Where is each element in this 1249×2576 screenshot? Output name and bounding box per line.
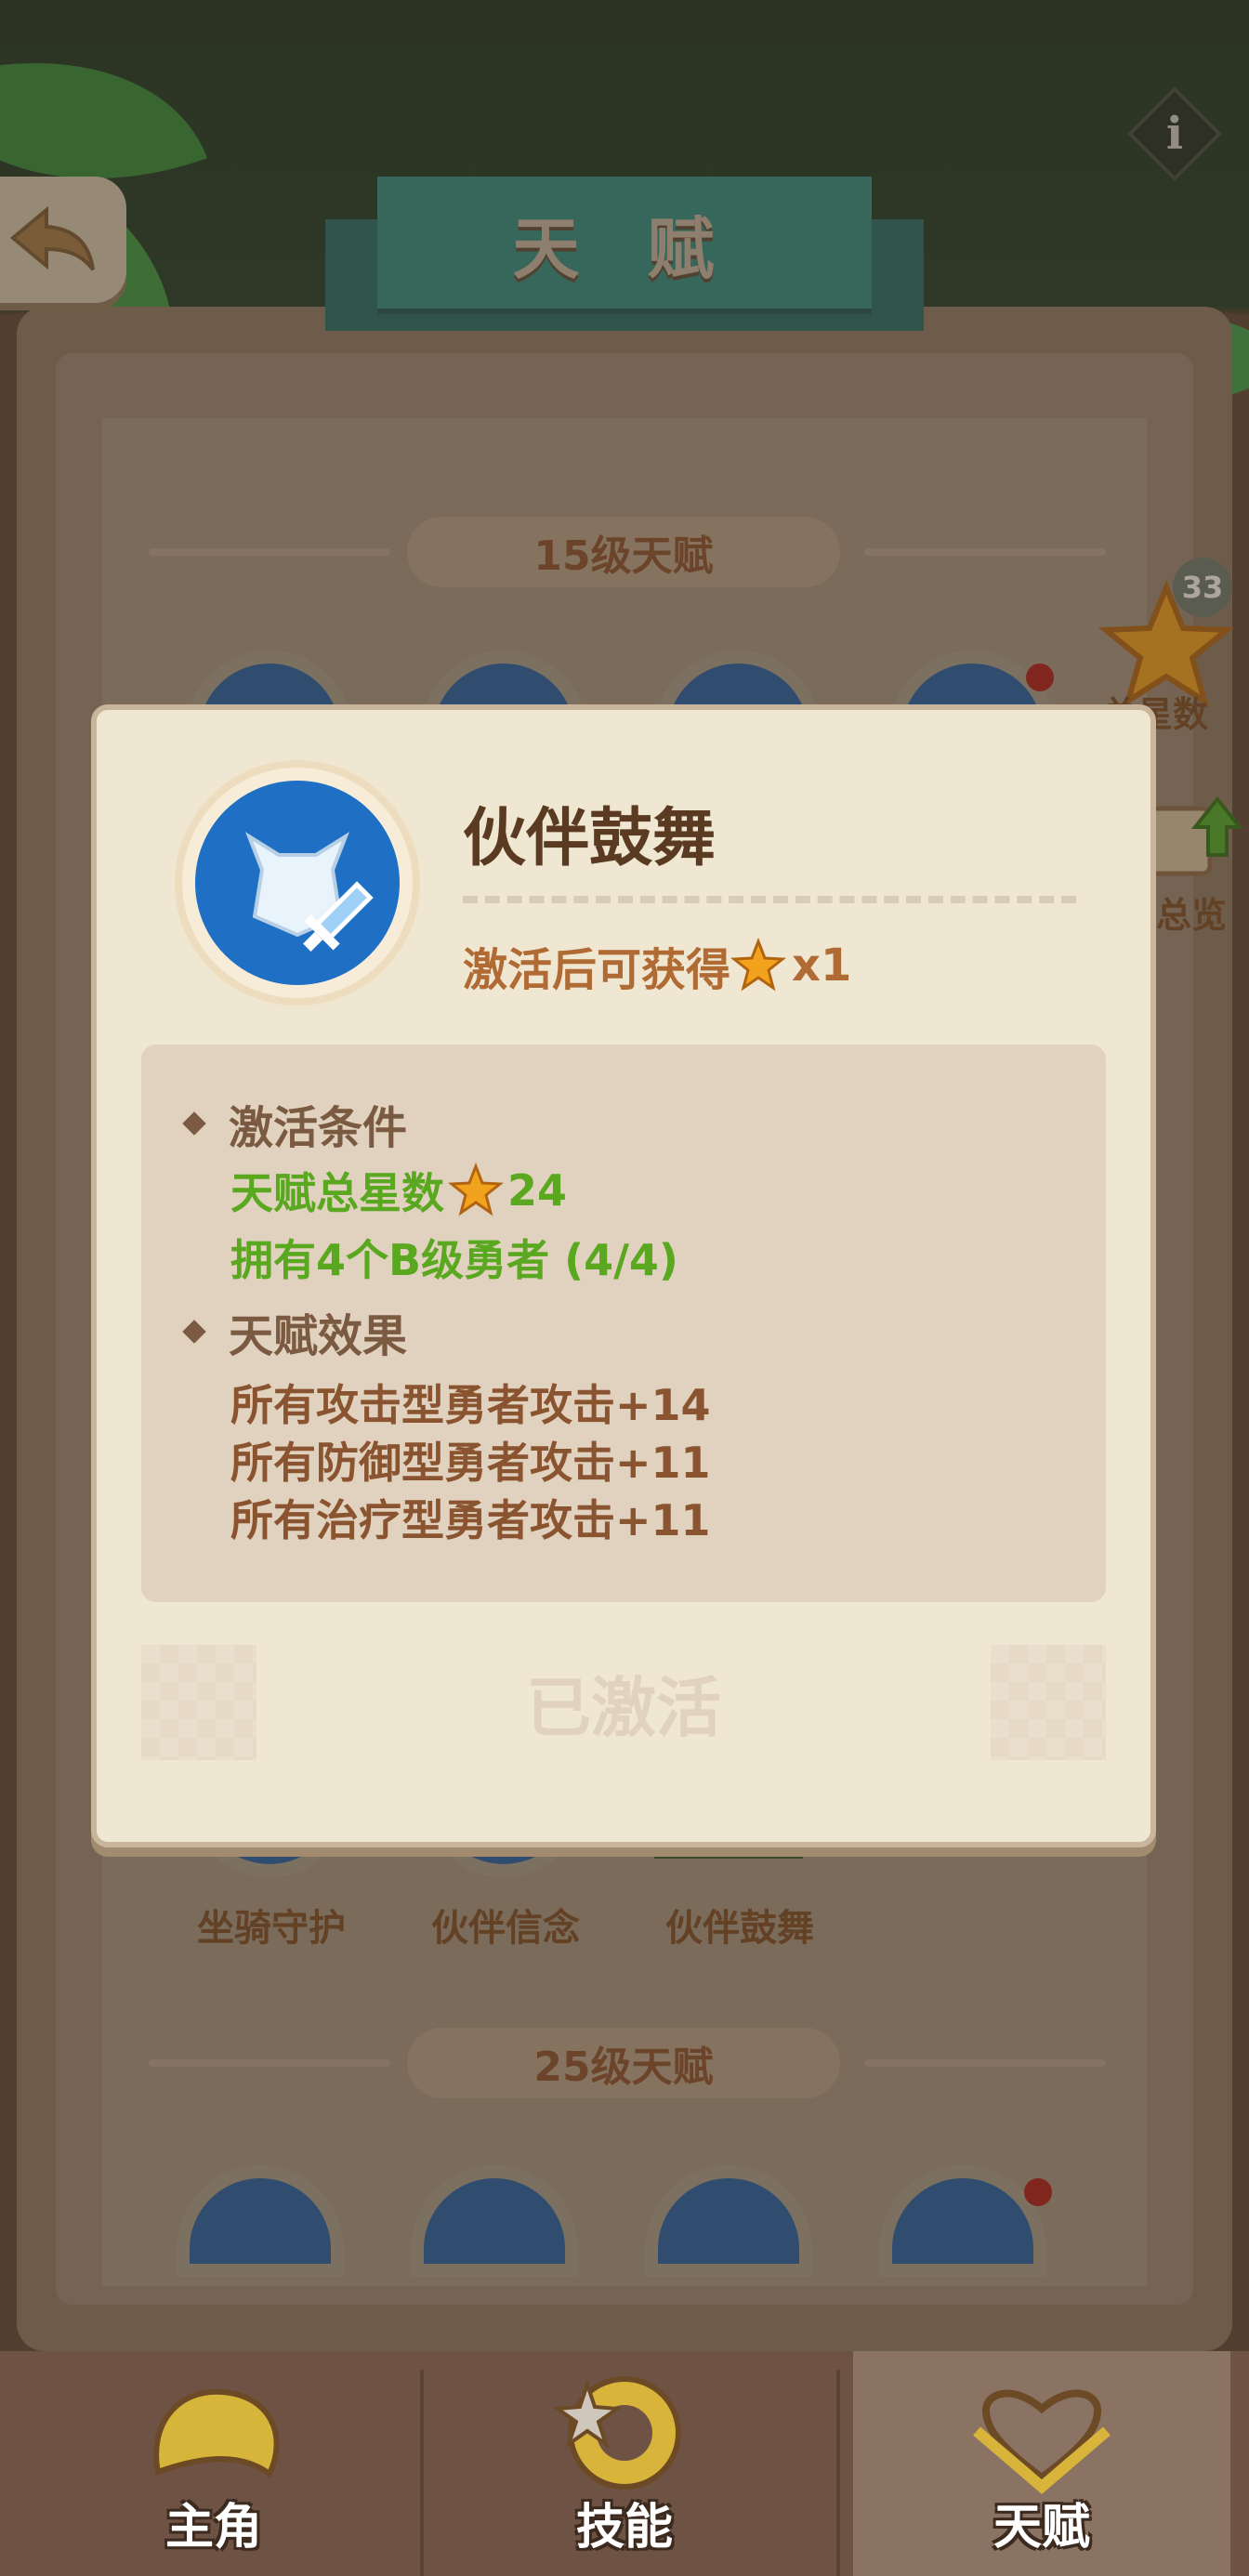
star-icon [448,1163,504,1216]
checker-decoration [991,1645,1106,1760]
tab-talent[interactable]: 天赋 [853,2351,1230,2576]
talent-name: 伙伴鼓舞 [463,802,717,875]
talent-info-panel: 激活条件 天赋总星数 24 拥有4个B级勇者 (4/4) 天赋效果 所有攻击型勇… [141,1045,1106,1602]
condition-stars-value: 24 [507,1165,568,1216]
cat-sword-icon [244,832,374,952]
tab-skills[interactable]: 技能 [420,2351,829,2576]
heart-wings-icon [973,2389,1111,2494]
bottom-nav: 主角 技能 天赋 [0,2351,1249,2576]
conditions-heading: 激活条件 [182,1091,408,1156]
effect-line: 所有防御型勇者攻击+11 [230,1438,711,1488]
star-icon [730,938,787,992]
activated-label: 已激活 [526,1669,721,1746]
condition-total-stars: 天赋总星数 24 [230,1160,567,1221]
talent-detail-dialog: 伙伴鼓舞 激活后可获得 x1 激活条件 天赋总星数 24 拥有4个B级勇者 (4… [91,704,1156,1847]
effects-heading: 天赋效果 [182,1299,408,1364]
dashed-divider [463,896,1076,903]
reward-line: 激活后可获得 x1 [463,933,851,998]
checker-decoration [141,1645,256,1760]
condition-stars-label: 天赋总星数 [230,1168,444,1218]
nav-divider [836,2370,840,2576]
conditions-heading-text: 激活条件 [229,1102,408,1154]
condition-heroes: 拥有4个B级勇者 (4/4) [230,1235,678,1285]
diamond-bullet-icon [182,1111,206,1136]
effect-line: 所有攻击型勇者攻击+14 [230,1380,711,1430]
skill-swirl-icon [552,2376,681,2490]
reward-multiplier: x1 [792,940,852,992]
hero-head-icon [153,2388,280,2478]
activated-button[interactable]: 已激活 [141,1645,1106,1760]
reward-text: 激活后可获得 [463,944,731,996]
effect-line: 所有治疗型勇者攻击+11 [230,1495,711,1545]
talent-icon [182,768,413,998]
tab-hero[interactable]: 主角 [9,2351,418,2576]
effects-heading-text: 天赋效果 [229,1310,408,1362]
diamond-bullet-icon [182,1320,206,1344]
